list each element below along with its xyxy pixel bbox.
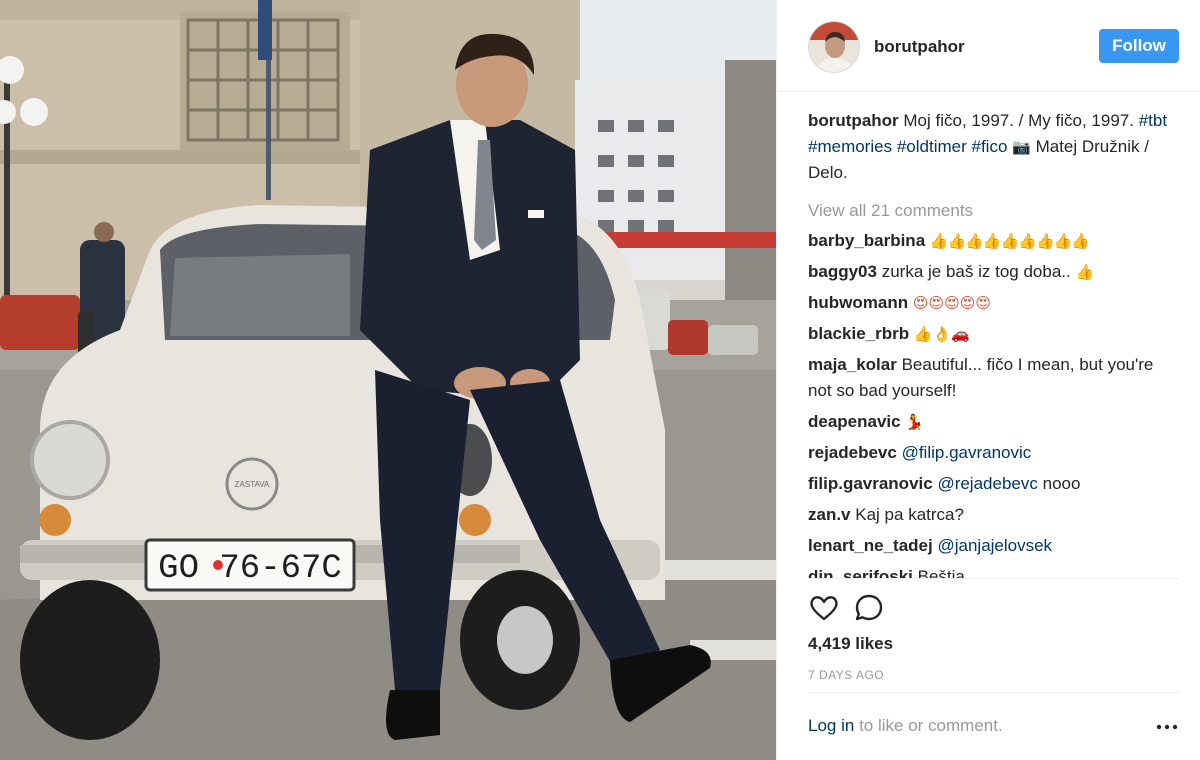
comment: lenart_ne_tadej @janjajelovsek bbox=[808, 533, 1180, 559]
heart-icon[interactable] bbox=[808, 592, 840, 624]
comment-text: zurka je baš iz tog doba.. bbox=[881, 262, 1071, 281]
comment-username[interactable]: zan.v bbox=[808, 505, 851, 524]
comment-text: 😍😍😍😍😍 bbox=[912, 294, 992, 312]
view-all-comments-link[interactable]: View all 21 comments bbox=[808, 198, 1180, 224]
comment: din_serifoski Beštja bbox=[808, 564, 1180, 578]
caption-text: Moj fičo, 1997. / My fičo, 1997. bbox=[903, 111, 1134, 130]
comment-mention[interactable]: @rejadebevc bbox=[937, 474, 1037, 493]
comment-mention[interactable]: @janjajelovsek bbox=[937, 536, 1052, 555]
avatar-image bbox=[809, 22, 859, 72]
comment-text: 👍👌🚗 bbox=[913, 325, 970, 343]
comment: zan.v Kaj pa katrca? bbox=[808, 502, 1180, 528]
comment-text: Kaj pa katrca? bbox=[855, 505, 964, 524]
comment-text: 💃 bbox=[905, 413, 925, 431]
comment-username[interactable]: barby_barbina bbox=[808, 231, 925, 250]
comment-username[interactable]: maja_kolar bbox=[808, 355, 897, 374]
follow-button[interactable]: Follow bbox=[1099, 29, 1179, 63]
comment-username[interactable]: deapenavic bbox=[808, 412, 901, 431]
comments-list[interactable]: borutpahor Moj fičo, 1997. / My fičo, 19… bbox=[808, 108, 1180, 578]
comment-username[interactable]: filip.gavranovic bbox=[808, 474, 933, 493]
header-username[interactable]: borutpahor bbox=[874, 37, 965, 57]
photo-illustration: ZASTAVA GO 76-67C bbox=[0, 0, 776, 760]
comment-text: 👍👍👍👍👍👍👍👍👍 bbox=[929, 232, 1090, 250]
comment: maja_kolar Beautiful... fičo I mean, but… bbox=[808, 352, 1180, 404]
camera-emoji: 📷 bbox=[1012, 138, 1031, 156]
comment: blackie_rbrb 👍👌🚗 bbox=[808, 321, 1180, 347]
hashtag-fico[interactable]: #fico bbox=[971, 137, 1007, 156]
more-options-icon[interactable] bbox=[1155, 720, 1179, 734]
comment: filip.gavranovic @rejadebevc nooo bbox=[808, 471, 1180, 497]
login-prompt-text: to like or comment. bbox=[859, 716, 1003, 735]
login-link[interactable]: Log in bbox=[808, 716, 854, 735]
comment-text: nooo bbox=[1042, 474, 1081, 493]
post-photo[interactable]: ZASTAVA GO 76-67C bbox=[0, 0, 776, 760]
post-header: borutpahor Follow bbox=[777, 0, 1200, 92]
divider bbox=[808, 692, 1180, 693]
comment-username[interactable]: blackie_rbrb bbox=[808, 324, 909, 343]
comment-username[interactable]: lenart_ne_tadej bbox=[808, 536, 933, 555]
comment-text: Beštja bbox=[917, 567, 965, 578]
comment: baggy03 zurka je baš iz tog doba.. 👍 bbox=[808, 259, 1180, 285]
divider bbox=[808, 578, 1180, 579]
comment-mention[interactable]: @filip.gavranovic bbox=[902, 443, 1032, 462]
hashtag-memories[interactable]: #memories bbox=[808, 137, 892, 156]
car-badge-text: ZASTAVA bbox=[235, 480, 270, 489]
comment: rejadebevc @filip.gavranovic bbox=[808, 440, 1180, 466]
avatar[interactable] bbox=[808, 21, 860, 73]
hashtag-tbt[interactable]: #tbt bbox=[1139, 111, 1167, 130]
comment-username[interactable]: hubwomann bbox=[808, 293, 908, 312]
likes-count[interactable]: 4,419 likes bbox=[808, 634, 893, 654]
post-caption: borutpahor Moj fičo, 1997. / My fičo, 19… bbox=[808, 108, 1180, 186]
post-timestamp: 7 DAYS AGO bbox=[808, 668, 885, 682]
comment-icon[interactable] bbox=[853, 592, 885, 624]
caption-username[interactable]: borutpahor bbox=[808, 111, 899, 130]
license-plate-text: GO 76-67C bbox=[158, 550, 342, 588]
comment-username[interactable]: din_serifoski bbox=[808, 567, 913, 578]
comment: deapenavic 💃 bbox=[808, 409, 1180, 435]
comment-username[interactable]: rejadebevc bbox=[808, 443, 897, 462]
comment: barby_barbina 👍👍👍👍👍👍👍👍👍 bbox=[808, 228, 1180, 254]
login-prompt: Log in to like or comment. bbox=[808, 716, 1003, 736]
hashtag-oldtimer[interactable]: #oldtimer bbox=[897, 137, 967, 156]
comment-username[interactable]: baggy03 bbox=[808, 262, 877, 281]
post-sidebar: borutpahor Follow borutpahor Moj fičo, 1… bbox=[776, 0, 1200, 760]
thumbs-up-emoji: 👍 bbox=[1075, 263, 1094, 281]
comment: hubwomann 😍😍😍😍😍 bbox=[808, 290, 1180, 316]
